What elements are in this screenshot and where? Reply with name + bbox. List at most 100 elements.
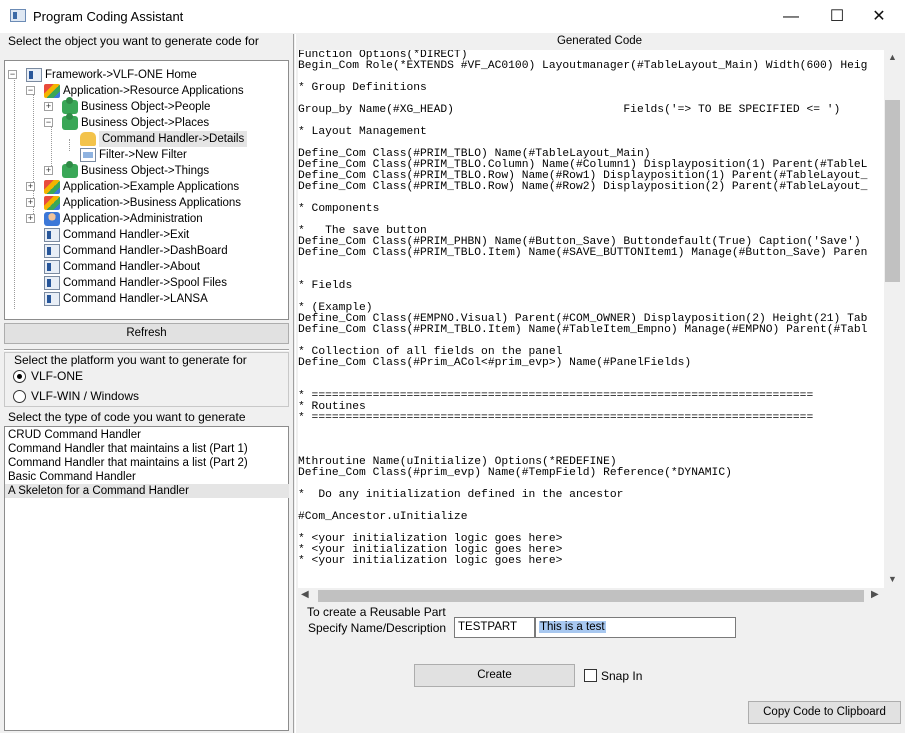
tree-expander-icon[interactable]: − bbox=[44, 118, 53, 127]
window-icon bbox=[44, 244, 60, 258]
tree-item-label[interactable]: Command Handler->About bbox=[63, 259, 200, 275]
filter-icon bbox=[80, 148, 96, 162]
tree-item-label[interactable]: Application->Administration bbox=[63, 211, 203, 227]
tree-expander-icon[interactable]: − bbox=[8, 70, 17, 79]
tree-expander-icon[interactable]: + bbox=[44, 166, 53, 175]
tree-item-label[interactable]: Filter->New Filter bbox=[99, 147, 187, 163]
code-line: Group_by Name(#XG_HEAD) Fields('=> TO BE… bbox=[298, 104, 841, 116]
minimize-button[interactable]: — bbox=[768, 0, 814, 33]
selected-description-text: This is a test bbox=[539, 621, 606, 633]
code-horizontal-scrollbar[interactable]: ◀ ▶ bbox=[298, 588, 884, 604]
code-line: * <your initialization logic goes here> bbox=[298, 555, 563, 567]
left-divider bbox=[4, 349, 289, 351]
platform-prompt-label: Select the platform you want to generate… bbox=[14, 353, 247, 367]
tree-item-label[interactable]: Command Handler->LANSA bbox=[63, 291, 208, 307]
application-icon bbox=[44, 180, 60, 194]
tree-item-label[interactable]: Business Object->Places bbox=[81, 115, 209, 131]
panel-splitter[interactable] bbox=[293, 34, 296, 733]
object-prompt-label: Select the object you want to generate c… bbox=[8, 34, 259, 48]
part-name-input[interactable]: TESTPART bbox=[454, 617, 535, 638]
business-object-icon bbox=[62, 97, 78, 114]
code-line: Define_Com Class(#PRIM_TBLO.Item) Name(#… bbox=[298, 324, 868, 336]
code-type-list-item[interactable]: A Skeleton for a Command Handler bbox=[5, 484, 289, 498]
tree-item-label[interactable]: Application->Example Applications bbox=[63, 179, 239, 195]
code-vertical-scrollbar[interactable]: ▲ ▼ bbox=[884, 50, 901, 588]
close-button[interactable]: ✕ bbox=[856, 0, 902, 33]
tree-item-label[interactable]: Framework->VLF-ONE Home bbox=[45, 67, 197, 83]
vertical-scroll-thumb[interactable] bbox=[885, 100, 900, 282]
snap-in-checkbox[interactable] bbox=[584, 669, 597, 682]
code-line: * ======================================… bbox=[298, 412, 814, 424]
code-line: Begin_Com Role(*EXTENDS #VF_AC0100) Layo… bbox=[298, 60, 868, 72]
scroll-right-icon[interactable]: ▶ bbox=[871, 589, 879, 600]
code-type-list-item[interactable]: Command Handler that maintains a list (P… bbox=[8, 456, 248, 470]
window-icon bbox=[44, 260, 60, 274]
code-line: #Com_Ancestor.uInitialize bbox=[298, 511, 468, 523]
program-coding-assistant-window: Program Coding Assistant — ☐ ✕ Select th… bbox=[0, 0, 905, 733]
tree-item-label[interactable]: Application->Business Applications bbox=[63, 195, 241, 211]
tree-item-label[interactable]: Command Handler->DashBoard bbox=[63, 243, 228, 259]
application-icon bbox=[44, 84, 60, 98]
vlf-one-label: VLF-ONE bbox=[31, 369, 84, 383]
vlf-win-radio[interactable] bbox=[13, 390, 26, 403]
code-line: * Group Definitions bbox=[298, 82, 427, 94]
tree-expander-icon[interactable]: + bbox=[26, 214, 35, 223]
title-bar: Program Coding Assistant — ☐ ✕ bbox=[0, 0, 905, 33]
code-line: * Do any initialization defined in the a… bbox=[298, 489, 624, 501]
code-type-list-item[interactable]: Command Handler that maintains a list (P… bbox=[8, 442, 248, 456]
scroll-down-icon[interactable]: ▼ bbox=[888, 574, 897, 584]
type-prompt-label: Select the type of code you want to gene… bbox=[8, 410, 246, 424]
tree-expander-icon[interactable]: − bbox=[26, 86, 35, 95]
app-window-icon bbox=[10, 9, 26, 22]
copy-to-clipboard-button[interactable]: Copy Code to Clipboard bbox=[748, 701, 901, 724]
code-type-list-item[interactable]: CRUD Command Handler bbox=[8, 428, 141, 442]
window-icon bbox=[44, 292, 60, 306]
code-type-list-item[interactable]: Basic Command Handler bbox=[8, 470, 136, 484]
window-icon bbox=[26, 68, 42, 82]
hand-icon bbox=[80, 132, 96, 146]
code-line: Define_Com Class(#prim_evp) Name(#TempFi… bbox=[298, 467, 732, 479]
window-icon bbox=[44, 276, 60, 290]
code-line: Define_Com Class(#PRIM_TBLO.Item) Name(#… bbox=[298, 247, 868, 259]
maximize-button[interactable]: ☐ bbox=[814, 0, 860, 33]
tree-expander-icon[interactable]: + bbox=[26, 198, 35, 207]
scroll-left-icon[interactable]: ◀ bbox=[301, 589, 309, 600]
code-line: * Fields bbox=[298, 280, 353, 292]
scroll-corner bbox=[884, 588, 901, 604]
business-object-icon bbox=[62, 113, 78, 130]
tree-item-label[interactable]: Application->Resource Applications bbox=[63, 83, 244, 99]
code-line: Define_Com Class(#Prim_ACol<#prim_evp>) … bbox=[298, 357, 692, 369]
tree-expander-icon[interactable]: + bbox=[26, 182, 35, 191]
tree-item-label[interactable]: Command Handler->Spool Files bbox=[63, 275, 227, 291]
code-line: * Layout Management bbox=[298, 126, 427, 138]
tree-item-label[interactable]: Business Object->People bbox=[81, 99, 210, 115]
tree-item-label[interactable]: Command Handler->Details bbox=[99, 131, 248, 147]
reusable-heading: To create a Reusable Part bbox=[307, 605, 446, 619]
code-line: Define_Com Class(#PRIM_TBLO.Row) Name(#R… bbox=[298, 181, 868, 193]
code-line: * Components bbox=[298, 203, 380, 215]
refresh-button[interactable]: Refresh bbox=[4, 323, 289, 344]
part-description-input[interactable]: This is a test bbox=[535, 617, 736, 638]
generated-code-header: Generated Code bbox=[556, 35, 643, 47]
vlf-one-radio[interactable] bbox=[13, 370, 26, 383]
application-icon bbox=[44, 196, 60, 210]
window-title: Program Coding Assistant bbox=[33, 9, 184, 24]
generated-code-area[interactable]: Function Options(*DIRECT) Begin_Com Role(… bbox=[298, 50, 884, 588]
tree-item-label[interactable]: Business Object->Things bbox=[81, 163, 209, 179]
scroll-up-icon[interactable]: ▲ bbox=[888, 52, 897, 62]
tree-expander-icon[interactable]: + bbox=[44, 102, 53, 111]
horizontal-scroll-thumb[interactable] bbox=[318, 590, 864, 602]
create-button[interactable]: Create bbox=[414, 664, 575, 687]
business-object-icon bbox=[62, 161, 78, 178]
tree-item-label[interactable]: Command Handler->Exit bbox=[63, 227, 189, 243]
name-description-label: Specify Name/Description bbox=[308, 621, 447, 635]
